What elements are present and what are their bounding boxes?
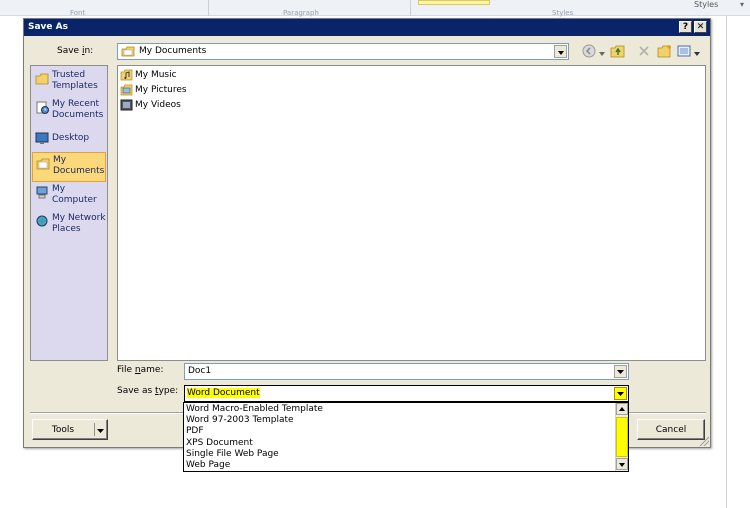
up-one-level-icon[interactable] xyxy=(610,44,625,58)
views-dropdown-icon[interactable] xyxy=(694,49,700,63)
file-name: My Pictures xyxy=(135,85,187,95)
tools-split-divider xyxy=(94,423,95,436)
place-label: Trusted Templates xyxy=(52,70,98,91)
resize-grip[interactable] xyxy=(699,436,709,446)
tools-label: Tools xyxy=(51,425,75,435)
delete-icon[interactable] xyxy=(638,44,650,58)
save-as-type-dropdown-list[interactable]: Word Macro-Enabled Template Word 97-2003… xyxy=(183,402,629,472)
save-as-type-value: Word Document xyxy=(187,388,260,398)
places-bar: Trusted Templates My Recent Documents De… xyxy=(30,65,108,361)
dropdown-scrollbar[interactable] xyxy=(615,403,628,471)
cancel-button[interactable]: Cancel xyxy=(637,419,705,440)
place-trusted-templates[interactable]: Trusted Templates xyxy=(32,68,106,98)
dialog-titlebar[interactable]: Save As ? ✕ xyxy=(24,19,710,36)
file-list[interactable]: My Music My Pictures My Videos xyxy=(117,65,706,361)
place-my-network-places[interactable]: My Network Places xyxy=(32,211,106,241)
computer-icon xyxy=(35,186,49,199)
ribbon-group-paragraph: Paragraph xyxy=(283,9,319,17)
folder-icon xyxy=(35,72,49,85)
list-item[interactable]: XPS Document xyxy=(186,438,606,449)
videos-folder-icon xyxy=(120,99,133,111)
file-name-field[interactable]: Doc1 xyxy=(184,363,629,380)
place-label: My Recent Documents xyxy=(52,99,104,120)
back-dropdown-icon[interactable] xyxy=(599,49,605,63)
list-item[interactable]: Web Page xyxy=(186,460,606,471)
save-as-type-label: Save as type: xyxy=(117,386,179,396)
file-name-label: File name: xyxy=(117,365,164,375)
tools-dropdown-icon[interactable] xyxy=(97,427,104,437)
file-name: My Videos xyxy=(135,100,181,110)
place-label: My Computer xyxy=(52,184,97,205)
ribbon-group-font: Font xyxy=(70,9,86,17)
place-label: My Documents xyxy=(53,155,105,176)
save-in-label: Save in: xyxy=(57,46,94,56)
save-in-value: My Documents xyxy=(139,46,207,56)
views-icon[interactable] xyxy=(677,44,691,58)
music-folder-icon xyxy=(120,69,133,81)
scroll-up-icon[interactable] xyxy=(616,403,628,415)
place-label: Desktop xyxy=(52,133,90,143)
list-item[interactable]: My Videos xyxy=(119,99,199,113)
document-margin-panel xyxy=(726,16,750,508)
ribbon-separator xyxy=(208,0,209,16)
save-as-type-dropdown-arrow[interactable] xyxy=(614,387,627,400)
save-as-type-combo[interactable]: Word Document xyxy=(184,385,629,402)
save-in-dropdown-arrow[interactable] xyxy=(554,45,567,58)
my-documents-icon xyxy=(36,157,50,170)
list-item[interactable]: PDF xyxy=(186,426,606,437)
list-item[interactable]: Word 97-2003 Template xyxy=(186,415,606,426)
save-as-dialog: Save As ? ✕ Save in: My Documents Truste… xyxy=(23,18,711,448)
network-icon xyxy=(35,215,49,228)
dialog-title: Save As xyxy=(28,22,68,32)
my-documents-icon xyxy=(121,46,135,57)
save-in-combo[interactable]: My Documents xyxy=(117,43,569,60)
list-item[interactable]: My Music xyxy=(119,69,199,83)
file-name-dropdown-arrow[interactable] xyxy=(614,365,627,378)
ribbon-styles-button[interactable]: Styles xyxy=(694,0,718,9)
list-item[interactable]: Single File Web Page xyxy=(186,449,606,460)
back-icon[interactable] xyxy=(582,44,596,58)
ribbon-separator xyxy=(410,0,411,16)
desktop-icon xyxy=(35,132,49,145)
place-my-recent-documents[interactable]: My Recent Documents xyxy=(32,97,106,127)
place-desktop[interactable]: Desktop xyxy=(32,128,106,150)
place-my-documents[interactable]: My Documents xyxy=(32,152,106,182)
scroll-thumb[interactable] xyxy=(616,417,628,457)
place-my-computer[interactable]: My Computer xyxy=(32,182,106,212)
new-folder-icon[interactable] xyxy=(657,44,672,58)
word-ribbon: Font Paragraph Styles Styles ▾ xyxy=(0,0,750,17)
list-item[interactable]: My Pictures xyxy=(119,84,199,98)
pictures-folder-icon xyxy=(120,84,133,96)
ribbon-caret-icon[interactable]: ▾ xyxy=(740,0,744,9)
cancel-label: Cancel xyxy=(655,425,687,435)
tools-button[interactable]: Tools xyxy=(32,419,108,440)
close-button[interactable]: ✕ xyxy=(694,21,707,33)
ribbon-style-gallery[interactable] xyxy=(418,0,490,5)
list-item[interactable]: Word Macro-Enabled Template xyxy=(186,404,606,415)
help-button[interactable]: ? xyxy=(679,21,692,33)
file-name: My Music xyxy=(135,70,177,80)
recent-documents-icon xyxy=(35,101,49,114)
file-name-value: Doc1 xyxy=(188,366,212,376)
place-label: My Network Places xyxy=(52,213,106,234)
scroll-down-icon[interactable] xyxy=(616,458,628,470)
ribbon-group-styles: Styles xyxy=(552,9,574,17)
